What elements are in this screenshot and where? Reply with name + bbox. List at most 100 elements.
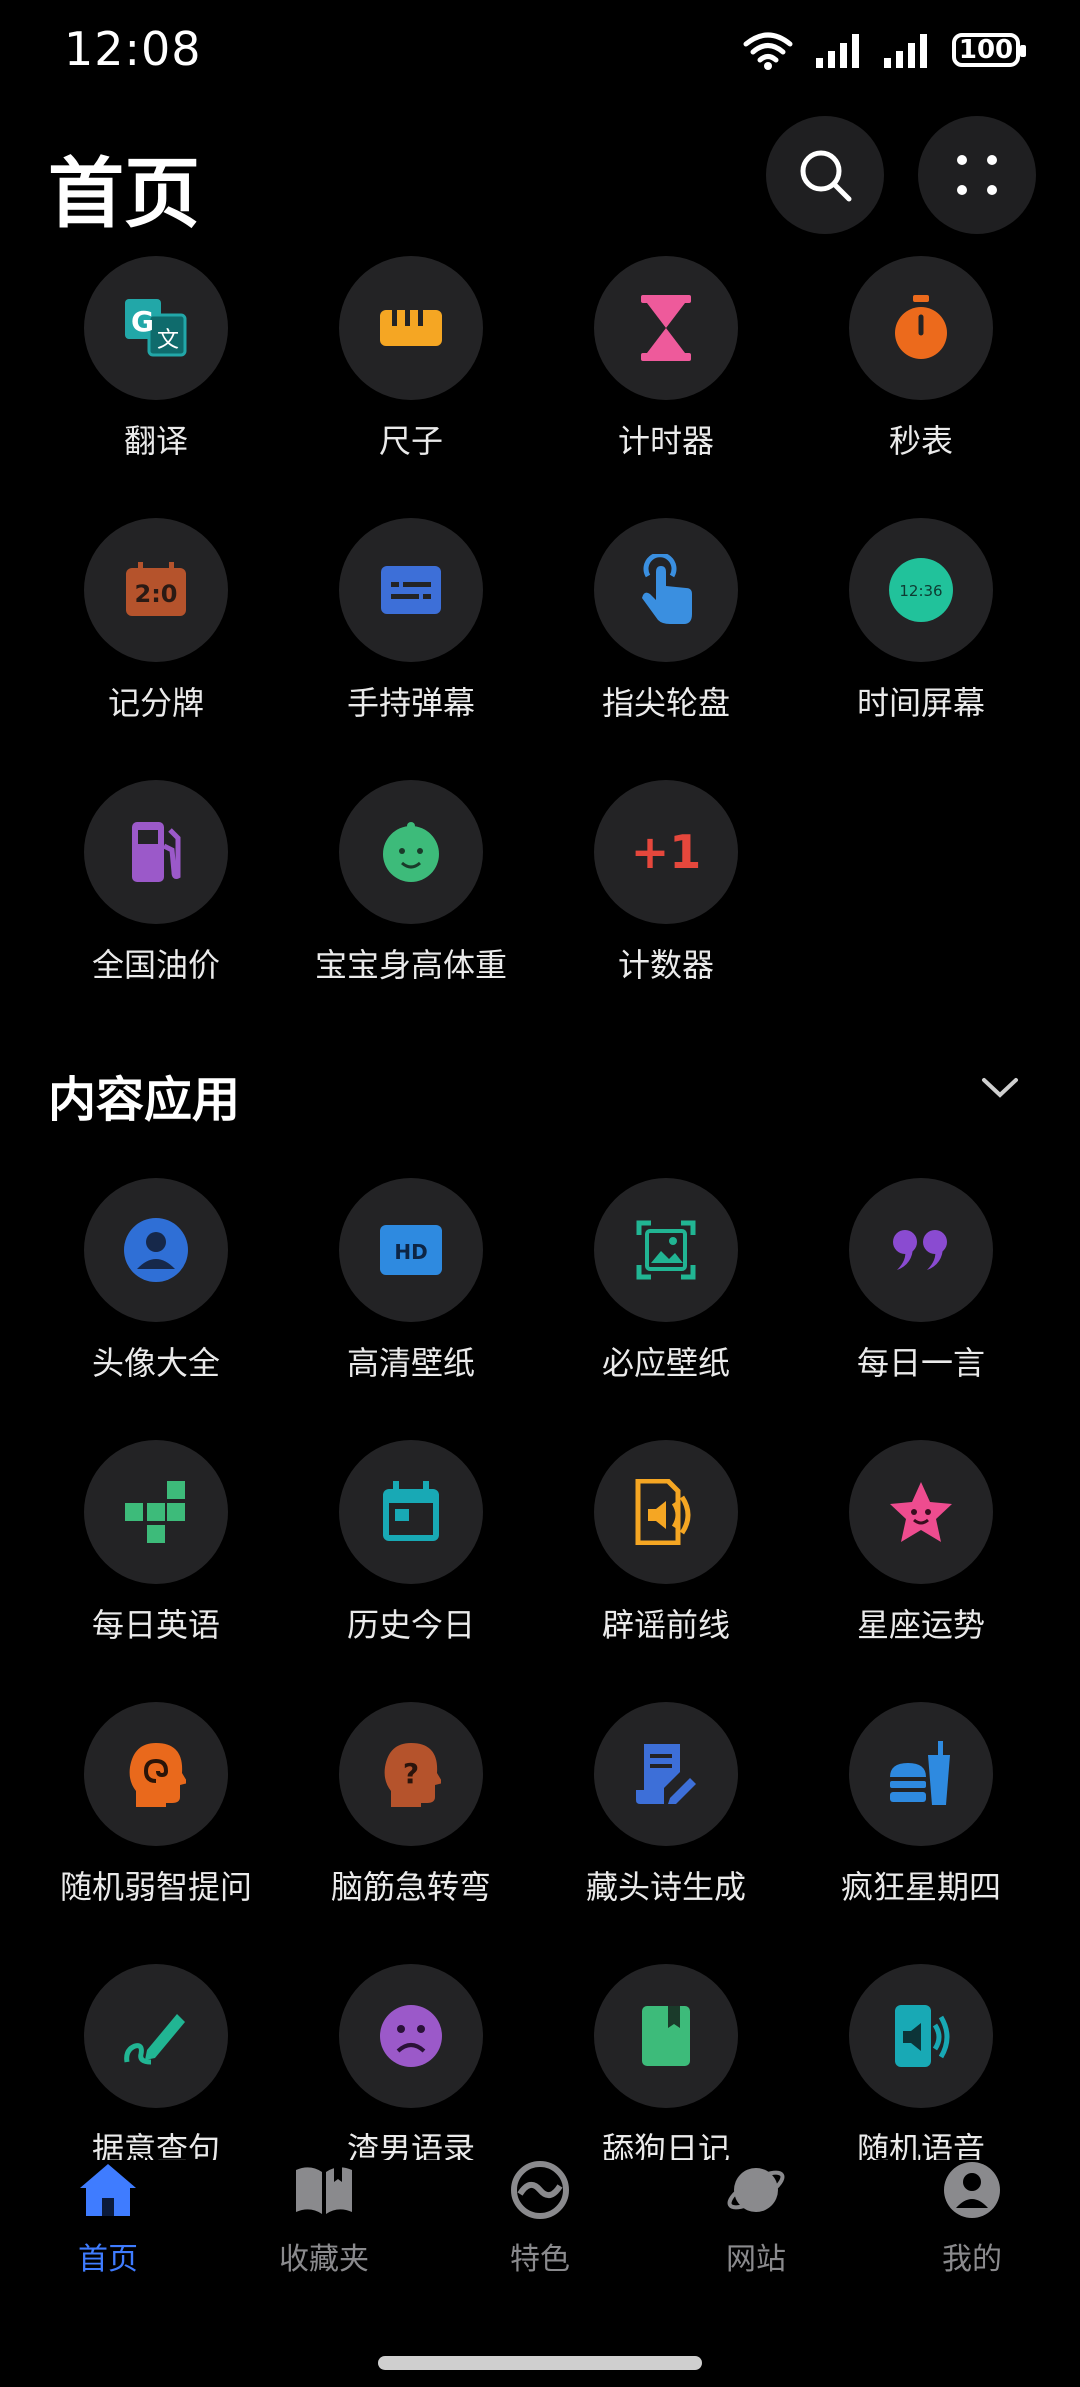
app-horoscope[interactable]: 星座运势 bbox=[801, 1440, 1041, 1680]
tool-scoreboard[interactable]: 2:0 记分牌 bbox=[36, 518, 276, 758]
tool-counter[interactable]: +1 计数器 bbox=[546, 780, 786, 1020]
app-avatars[interactable]: 头像大全 bbox=[36, 1178, 276, 1418]
stopwatch-icon bbox=[849, 256, 993, 400]
hourglass-icon bbox=[594, 256, 738, 400]
tool-translate[interactable]: G 文 翻译 bbox=[36, 256, 276, 496]
app-acrostic-poem[interactable]: 藏头诗生成 bbox=[546, 1702, 786, 1942]
nav-websites[interactable]: 网站 bbox=[648, 2160, 864, 2278]
svg-text:文: 文 bbox=[157, 328, 179, 353]
tool-label: 计时器 bbox=[617, 422, 714, 460]
app-history-today[interactable]: 历史今日 bbox=[291, 1440, 531, 1680]
bottom-nav: 首页 收藏夹 特色 网站 我的 bbox=[0, 2160, 1080, 2300]
svg-text:G: G bbox=[131, 305, 154, 338]
poem-edit-icon bbox=[594, 1702, 738, 1846]
translate-icon: G 文 bbox=[84, 256, 228, 400]
tool-fuel-price[interactable]: 全国油价 bbox=[36, 780, 276, 1020]
app-bing-wallpaper[interactable]: 必应壁纸 bbox=[546, 1178, 786, 1418]
tool-label: 时间屏幕 bbox=[856, 684, 985, 722]
swirl-head-icon bbox=[84, 1702, 228, 1846]
svg-text:+1: +1 bbox=[631, 825, 701, 879]
question-head-icon: ? bbox=[339, 1702, 483, 1846]
search-icon bbox=[800, 150, 852, 202]
svg-text:HD: HD bbox=[394, 1240, 427, 1264]
nav-label: 我的 bbox=[942, 2242, 1002, 2277]
tool-label: 记分牌 bbox=[107, 684, 204, 722]
app-label: 疯狂星期四 bbox=[840, 1868, 1001, 1906]
svg-text:12:36: 12:36 bbox=[899, 582, 942, 600]
nav-home[interactable]: 首页 bbox=[0, 2160, 216, 2278]
tool-baby-growth[interactable]: 宝宝身高体重 bbox=[291, 780, 531, 1020]
signal-2-icon bbox=[884, 34, 927, 68]
calendar-icon bbox=[339, 1440, 483, 1584]
app-brain-teaser[interactable]: ? 脑筋急转弯 bbox=[291, 1702, 531, 1942]
tool-label: 指尖轮盘 bbox=[601, 684, 730, 722]
battery-indicator: 100 bbox=[952, 33, 1026, 67]
tool-danmaku[interactable]: 手持弹幕 bbox=[291, 518, 531, 758]
avatar-icon bbox=[84, 1178, 228, 1322]
tool-label: 计数器 bbox=[617, 946, 714, 984]
home-indicator[interactable] bbox=[378, 2356, 702, 2370]
feature-icon bbox=[511, 2161, 569, 2219]
diary-book-icon bbox=[594, 1964, 738, 2108]
signal-icon bbox=[816, 34, 859, 68]
svg-text:2:0: 2:0 bbox=[135, 580, 178, 608]
tool-label: 尺子 bbox=[378, 422, 443, 460]
plus-one-icon: +1 bbox=[594, 780, 738, 924]
tool-ruler[interactable]: 尺子 bbox=[291, 256, 531, 496]
blocks-icon bbox=[84, 1440, 228, 1584]
svg-text:?: ? bbox=[403, 1757, 419, 1790]
app-daily-quote[interactable]: 每日一言 bbox=[801, 1178, 1041, 1418]
sad-face-icon bbox=[339, 1964, 483, 2108]
section-collapse-button[interactable] bbox=[980, 1075, 1020, 1105]
nav-label: 网站 bbox=[726, 2242, 786, 2277]
tool-stopwatch[interactable]: 秒表 bbox=[801, 256, 1041, 496]
app-label: 辟谣前线 bbox=[601, 1606, 730, 1644]
profile-icon bbox=[944, 2162, 1000, 2218]
clock-screen-icon: 12:36 bbox=[849, 518, 993, 662]
nav-favorites[interactable]: 收藏夹 bbox=[216, 2160, 432, 2278]
quote-icon bbox=[849, 1178, 993, 1322]
home-icon bbox=[80, 2164, 136, 2216]
page-title: 首页 bbox=[48, 149, 200, 238]
tool-label: 翻译 bbox=[123, 422, 188, 460]
search-button[interactable] bbox=[766, 116, 884, 234]
more-button[interactable] bbox=[918, 116, 1036, 234]
app-label: 脑筋急转弯 bbox=[330, 1868, 491, 1906]
app-hd-wallpaper[interactable]: HD 高清壁纸 bbox=[291, 1178, 531, 1418]
grid-dots-icon bbox=[957, 155, 997, 195]
nav-profile[interactable]: 我的 bbox=[864, 2160, 1080, 2278]
app-rumor-buster[interactable]: 辟谣前线 bbox=[546, 1440, 786, 1680]
status-icons: 100 bbox=[742, 30, 1026, 70]
finger-tap-icon bbox=[594, 518, 738, 662]
app-daily-english[interactable]: 每日英语 bbox=[36, 1440, 276, 1680]
app-label: 必应壁纸 bbox=[601, 1344, 730, 1382]
status-time: 12:08 bbox=[64, 22, 202, 76]
app-label: 星座运势 bbox=[856, 1606, 985, 1644]
nav-label: 收藏夹 bbox=[279, 2242, 369, 2277]
danmaku-icon bbox=[339, 518, 483, 662]
phone-sound-icon bbox=[849, 1964, 993, 2108]
app-label: 高清壁纸 bbox=[346, 1344, 475, 1382]
nav-label: 特色 bbox=[510, 2242, 570, 2277]
tool-label: 宝宝身高体重 bbox=[314, 946, 507, 984]
tool-finger-wheel[interactable]: 指尖轮盘 bbox=[546, 518, 786, 758]
app-label: 历史今日 bbox=[346, 1606, 475, 1644]
tool-label: 秒表 bbox=[888, 422, 953, 460]
scoreboard-icon: 2:0 bbox=[84, 518, 228, 662]
nav-label: 首页 bbox=[78, 2242, 138, 2277]
ruler-icon bbox=[339, 256, 483, 400]
nav-features[interactable]: 特色 bbox=[432, 2160, 648, 2278]
app-label: 每日一言 bbox=[856, 1344, 985, 1382]
app-label: 每日英语 bbox=[91, 1606, 220, 1644]
planet-icon bbox=[727, 2168, 785, 2212]
app-silly-questions[interactable]: 随机弱智提问 bbox=[36, 1702, 276, 1942]
tool-label: 全国油价 bbox=[91, 946, 220, 984]
wifi-icon bbox=[743, 32, 793, 70]
tool-timer[interactable]: 计时器 bbox=[546, 256, 786, 496]
book-open-icon bbox=[296, 2166, 352, 2214]
app-crazy-thursday[interactable]: 疯狂星期四 bbox=[801, 1702, 1041, 1942]
baby-face-icon bbox=[339, 780, 483, 924]
tool-label: 手持弹幕 bbox=[346, 684, 475, 722]
tool-time-screen[interactable]: 12:36 时间屏幕 bbox=[801, 518, 1041, 758]
image-frame-icon bbox=[594, 1178, 738, 1322]
